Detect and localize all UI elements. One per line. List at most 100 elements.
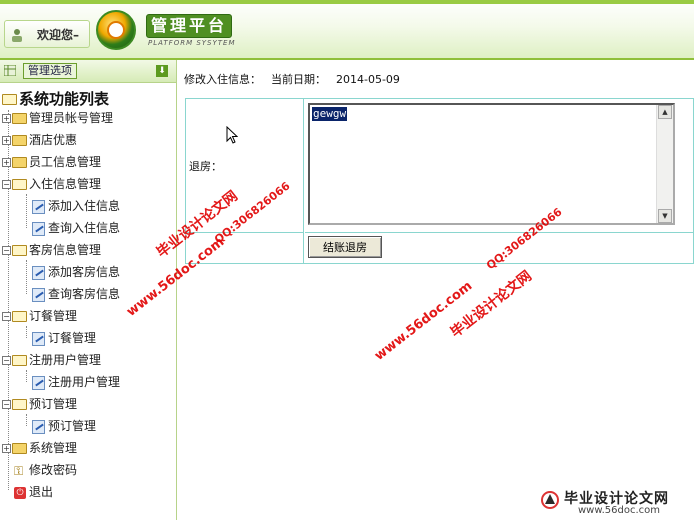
- header-accent-line: [0, 0, 694, 4]
- sidebar-item-label: 订餐管理: [48, 331, 97, 345]
- folder-open-icon: [12, 245, 27, 256]
- folder-icon: [12, 157, 27, 168]
- sidebar-item-label: 员工信息管理: [29, 155, 102, 169]
- edit-page-icon: [32, 265, 45, 280]
- folder-icon: [12, 135, 27, 146]
- folder-icon: [12, 113, 27, 124]
- folder-open-icon: [12, 311, 27, 322]
- key-icon: ⚿: [14, 463, 24, 478]
- sidebar-item-logout[interactable]: ⏻ 退出: [14, 482, 53, 502]
- checkout-textarea[interactable]: gewgw ▲ ▼: [308, 103, 675, 225]
- grid-icon: [4, 65, 16, 76]
- collapse-minus-icon: −: [2, 180, 11, 189]
- edit-page-icon: [32, 419, 45, 434]
- expand-plus-icon: +: [2, 158, 11, 167]
- textarea-value: gewgw: [312, 107, 348, 121]
- edit-page-icon: [32, 287, 45, 302]
- date-value: 2014-05-09: [336, 73, 400, 86]
- power-icon: ⏻: [14, 486, 26, 499]
- sidebar-item-label: 注册用户管理: [29, 353, 102, 367]
- date-label: 当前日期：: [271, 73, 326, 86]
- sidebar-item-label: 添加入住信息: [48, 199, 121, 213]
- sidebar-item-dining-sub[interactable]: 订餐管理: [32, 328, 96, 348]
- checkout-form-table: 退房： gewgw ▲ ▼ 结账退房: [185, 98, 694, 264]
- sidebar-item-reservations-sub[interactable]: 预订管理: [32, 416, 96, 436]
- scroll-down-icon[interactable]: ▼: [658, 209, 672, 223]
- edit-page-icon: [32, 221, 45, 236]
- sidebar-item-label: 注册用户管理: [48, 375, 121, 389]
- textarea-scrollbar[interactable]: ▲ ▼: [656, 105, 673, 223]
- menu-header: 管理选项 ⬇: [0, 60, 176, 83]
- footer-watermark-logo: 毕业设计论文网 www.56doc.com: [540, 488, 690, 518]
- tree-guide-line: [26, 194, 27, 228]
- watermark-logo-icon: [541, 491, 559, 509]
- sidebar-item-label: 系统管理: [29, 441, 78, 455]
- sidebar-item-label: 查询客房信息: [48, 287, 121, 301]
- tree-guide-line: [26, 370, 27, 382]
- collapse-minus-icon: −: [2, 312, 11, 321]
- sidebar-item-registered-users[interactable]: − 注册用户管理: [2, 350, 101, 370]
- sidebar-item-hotel-deals[interactable]: + 酒店优惠: [2, 130, 77, 150]
- sidebar-item-add-room[interactable]: 添加客房信息: [32, 262, 120, 282]
- sidebar-item-label: 退出: [29, 485, 54, 499]
- sidebar-item-dining[interactable]: − 订餐管理: [2, 306, 77, 326]
- edit-page-icon: [32, 331, 45, 346]
- welcome-box: 欢迎您–: [4, 20, 90, 48]
- menu-options-button[interactable]: 管理选项: [23, 63, 77, 79]
- expand-plus-icon: +: [2, 444, 11, 453]
- sidebar-item-label: 酒店优惠: [29, 133, 78, 147]
- sidebar-item-query-checkin[interactable]: 查询入住信息: [32, 218, 120, 238]
- folder-open-icon: [12, 355, 27, 366]
- sidebar-item-staff[interactable]: + 员工信息管理: [2, 152, 101, 172]
- sidebar-item-label: 添加客房信息: [48, 265, 121, 279]
- sidebar-item-admin-accounts[interactable]: + 管理员帐号管理: [2, 108, 113, 128]
- collapse-minus-icon: −: [2, 246, 11, 255]
- mouse-pointer-icon: [226, 126, 238, 144]
- brand-title: 管理平台: [146, 14, 232, 38]
- sidebar-item-checkin-management[interactable]: − 入住信息管理: [2, 174, 101, 194]
- collapse-minus-icon: −: [2, 356, 11, 365]
- tree-root-label: 系统功能列表: [19, 90, 110, 108]
- folder-open-icon: [2, 94, 17, 105]
- footer-site-url: www.56doc.com: [578, 505, 661, 516]
- platform-logo-icon: [96, 10, 136, 50]
- page-heading: 修改入住信息：: [184, 73, 261, 86]
- checkout-submit-button[interactable]: 结账退房: [308, 236, 382, 258]
- sidebar-item-registered-users-sub[interactable]: 注册用户管理: [32, 372, 120, 392]
- sidebar-item-label: 预订管理: [29, 397, 78, 411]
- page-info-line: 修改入住信息： 当前日期： 2014-05-09: [184, 71, 410, 87]
- sidebar-item-label: 查询入住信息: [48, 221, 121, 235]
- folder-open-icon: [12, 179, 27, 190]
- main-content: 修改入住信息： 当前日期： 2014-05-09 退房： gewgw ▲ ▼ 结账退…: [178, 60, 694, 520]
- top-header: 欢迎您– 管理平台 PLATFORM SYSYTEM: [0, 0, 694, 60]
- sidebar-item-label: 订餐管理: [29, 309, 78, 323]
- expand-plus-icon: +: [2, 114, 11, 123]
- edit-page-icon: [32, 375, 45, 390]
- collapse-down-icon[interactable]: ⬇: [156, 65, 168, 77]
- sidebar-item-reservations[interactable]: − 预订管理: [2, 394, 77, 414]
- edit-page-icon: [32, 199, 45, 214]
- collapse-minus-icon: −: [2, 400, 11, 409]
- form-input-cell: gewgw ▲ ▼: [305, 99, 694, 233]
- tree-guide-line: [26, 326, 27, 338]
- sidebar-item-system[interactable]: + 系统管理: [2, 438, 77, 458]
- folder-icon: [12, 443, 27, 454]
- checkout-label: 退房：: [189, 160, 222, 173]
- brand-subtitle: PLATFORM SYSYTEM: [148, 39, 236, 47]
- sidebar-item-label: 修改密码: [29, 463, 78, 477]
- tree-guide-line: [26, 414, 27, 426]
- expand-plus-icon: +: [2, 136, 11, 145]
- sidebar-item-add-checkin[interactable]: 添加入住信息: [32, 196, 120, 216]
- sidebar-item-room-management[interactable]: − 客房信息管理: [2, 240, 101, 260]
- sidebar-item-query-room[interactable]: 查询客房信息: [32, 284, 120, 304]
- folder-open-icon: [12, 399, 27, 410]
- tree-root: 系统功能列表: [2, 88, 109, 109]
- sidebar-item-change-password[interactable]: ⚿ 修改密码: [14, 460, 77, 480]
- user-icon: [12, 29, 22, 42]
- scroll-up-icon[interactable]: ▲: [658, 105, 672, 119]
- sidebar-item-label: 预订管理: [48, 419, 97, 433]
- sidebar-item-label: 客房信息管理: [29, 243, 102, 257]
- tree-guide-line: [26, 260, 27, 294]
- sidebar-item-label: 管理员帐号管理: [29, 111, 114, 125]
- sidebar-item-label: 入住信息管理: [29, 177, 102, 191]
